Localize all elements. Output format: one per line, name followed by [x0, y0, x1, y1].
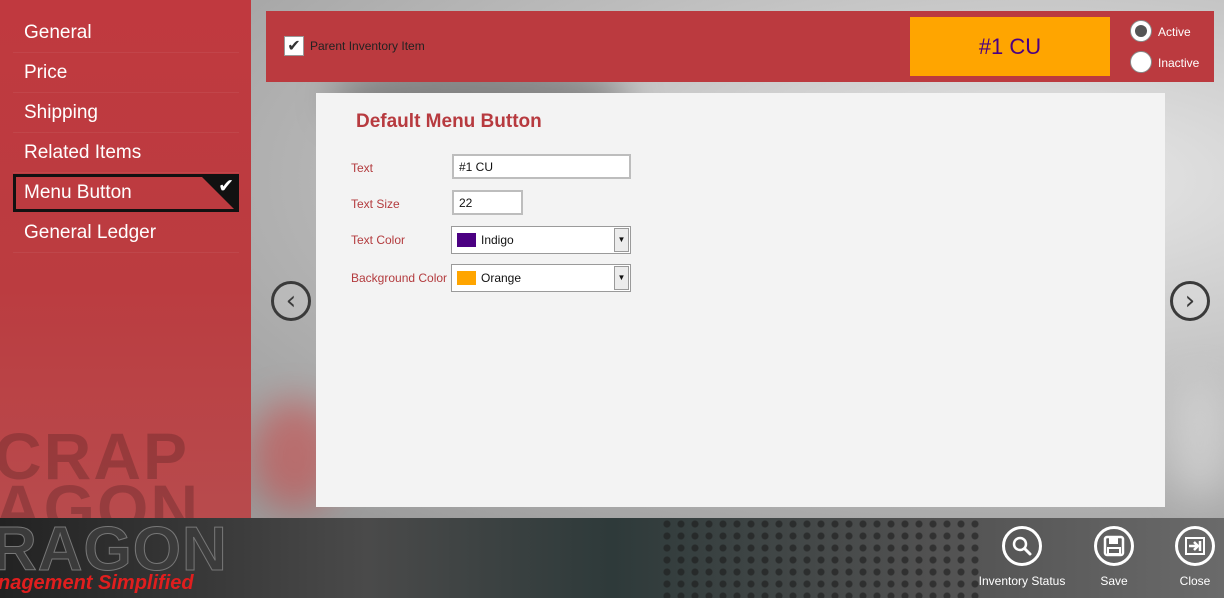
parent-inventory-checkbox[interactable]: ✔	[284, 36, 304, 56]
text-size-value: 22	[459, 196, 473, 210]
checkmark-icon: ✔	[287, 36, 301, 55]
background-color-select[interactable]: Orange ▼	[451, 264, 631, 292]
magnifier-icon	[1002, 526, 1042, 566]
orange-swatch	[457, 271, 476, 285]
text-input[interactable]: #1 CU	[452, 154, 631, 179]
indigo-swatch	[457, 233, 476, 247]
sidebar-item-label: General Ledger	[24, 222, 157, 243]
item-header-bar: ✔ Parent Inventory Item #1 CU Active Ina…	[266, 11, 1214, 82]
dropdown-arrow-icon[interactable]: ▼	[614, 228, 629, 252]
sidebar-item-related-items[interactable]: Related Items	[13, 135, 239, 173]
sidebar-item-general[interactable]: General	[13, 15, 239, 53]
dropdown-arrow-icon[interactable]: ▼	[614, 266, 629, 290]
inventory-status-button[interactable]: Inventory Status	[977, 526, 1067, 588]
text-size-input[interactable]: 22	[452, 190, 523, 215]
sidebar-item-menu-button[interactable]: Menu Button ✔	[13, 174, 239, 212]
text-color-value: Indigo	[481, 233, 514, 247]
text-size-label: Text Size	[351, 197, 400, 211]
sidebar-item-label: Shipping	[24, 102, 98, 123]
section-title: Default Menu Button	[356, 111, 542, 132]
watermark-logo: AGON	[0, 471, 200, 518]
inventory-status-label: Inventory Status	[978, 574, 1066, 588]
text-color-select[interactable]: Indigo ▼	[451, 226, 631, 254]
sidebar-item-label: Related Items	[24, 142, 142, 163]
checkmark-icon: ✔	[218, 175, 234, 197]
next-page-button[interactable]: ›	[1170, 281, 1210, 321]
menu-button-panel: Default Menu Button Text #1 CU Text Size…	[316, 93, 1165, 507]
save-button[interactable]: Save	[1088, 526, 1140, 588]
text-input-value: #1 CU	[459, 160, 494, 174]
inactive-radio-label: Inactive	[1158, 56, 1200, 70]
previous-page-button[interactable]: ‹	[271, 281, 311, 321]
active-radio-label: Active	[1158, 25, 1191, 39]
close-label: Close	[1179, 574, 1211, 588]
close-button[interactable]: Close	[1169, 526, 1221, 588]
floppy-disk-icon	[1094, 526, 1134, 566]
chevron-right-icon: ›	[1184, 286, 1196, 316]
sidebar-item-label: Price	[24, 62, 68, 83]
text-label: Text	[351, 161, 374, 175]
chevron-left-icon: ‹	[285, 286, 297, 316]
text-color-label: Text Color	[351, 233, 406, 247]
sidebar-item-shipping[interactable]: Shipping	[13, 95, 239, 133]
sidebar-item-price[interactable]: Price	[13, 55, 239, 93]
brand-tagline: nagement Simplified	[0, 572, 194, 594]
background-texture	[660, 518, 980, 598]
background-color-label: Background Color	[351, 271, 448, 285]
save-label: Save	[1100, 574, 1128, 588]
sidebar: CRAP AGON General Price Shipping Related…	[0, 0, 251, 518]
exit-icon	[1175, 526, 1215, 566]
bottom-toolbar: RAGON nagement Simplified Inventory Stat…	[0, 518, 1224, 598]
sidebar-item-general-ledger[interactable]: General Ledger	[13, 215, 239, 253]
active-radio[interactable]	[1130, 20, 1152, 42]
parent-inventory-label: Parent Inventory Item	[310, 39, 425, 53]
sidebar-item-label: Menu Button	[24, 182, 132, 203]
background-color-value: Orange	[481, 271, 522, 285]
background-texture	[1170, 380, 1224, 500]
sidebar-item-label: General	[24, 22, 92, 43]
menu-button-preview[interactable]: #1 CU	[910, 17, 1110, 76]
menu-button-preview-text: #1 CU	[978, 33, 1042, 59]
inactive-radio[interactable]	[1130, 51, 1152, 73]
